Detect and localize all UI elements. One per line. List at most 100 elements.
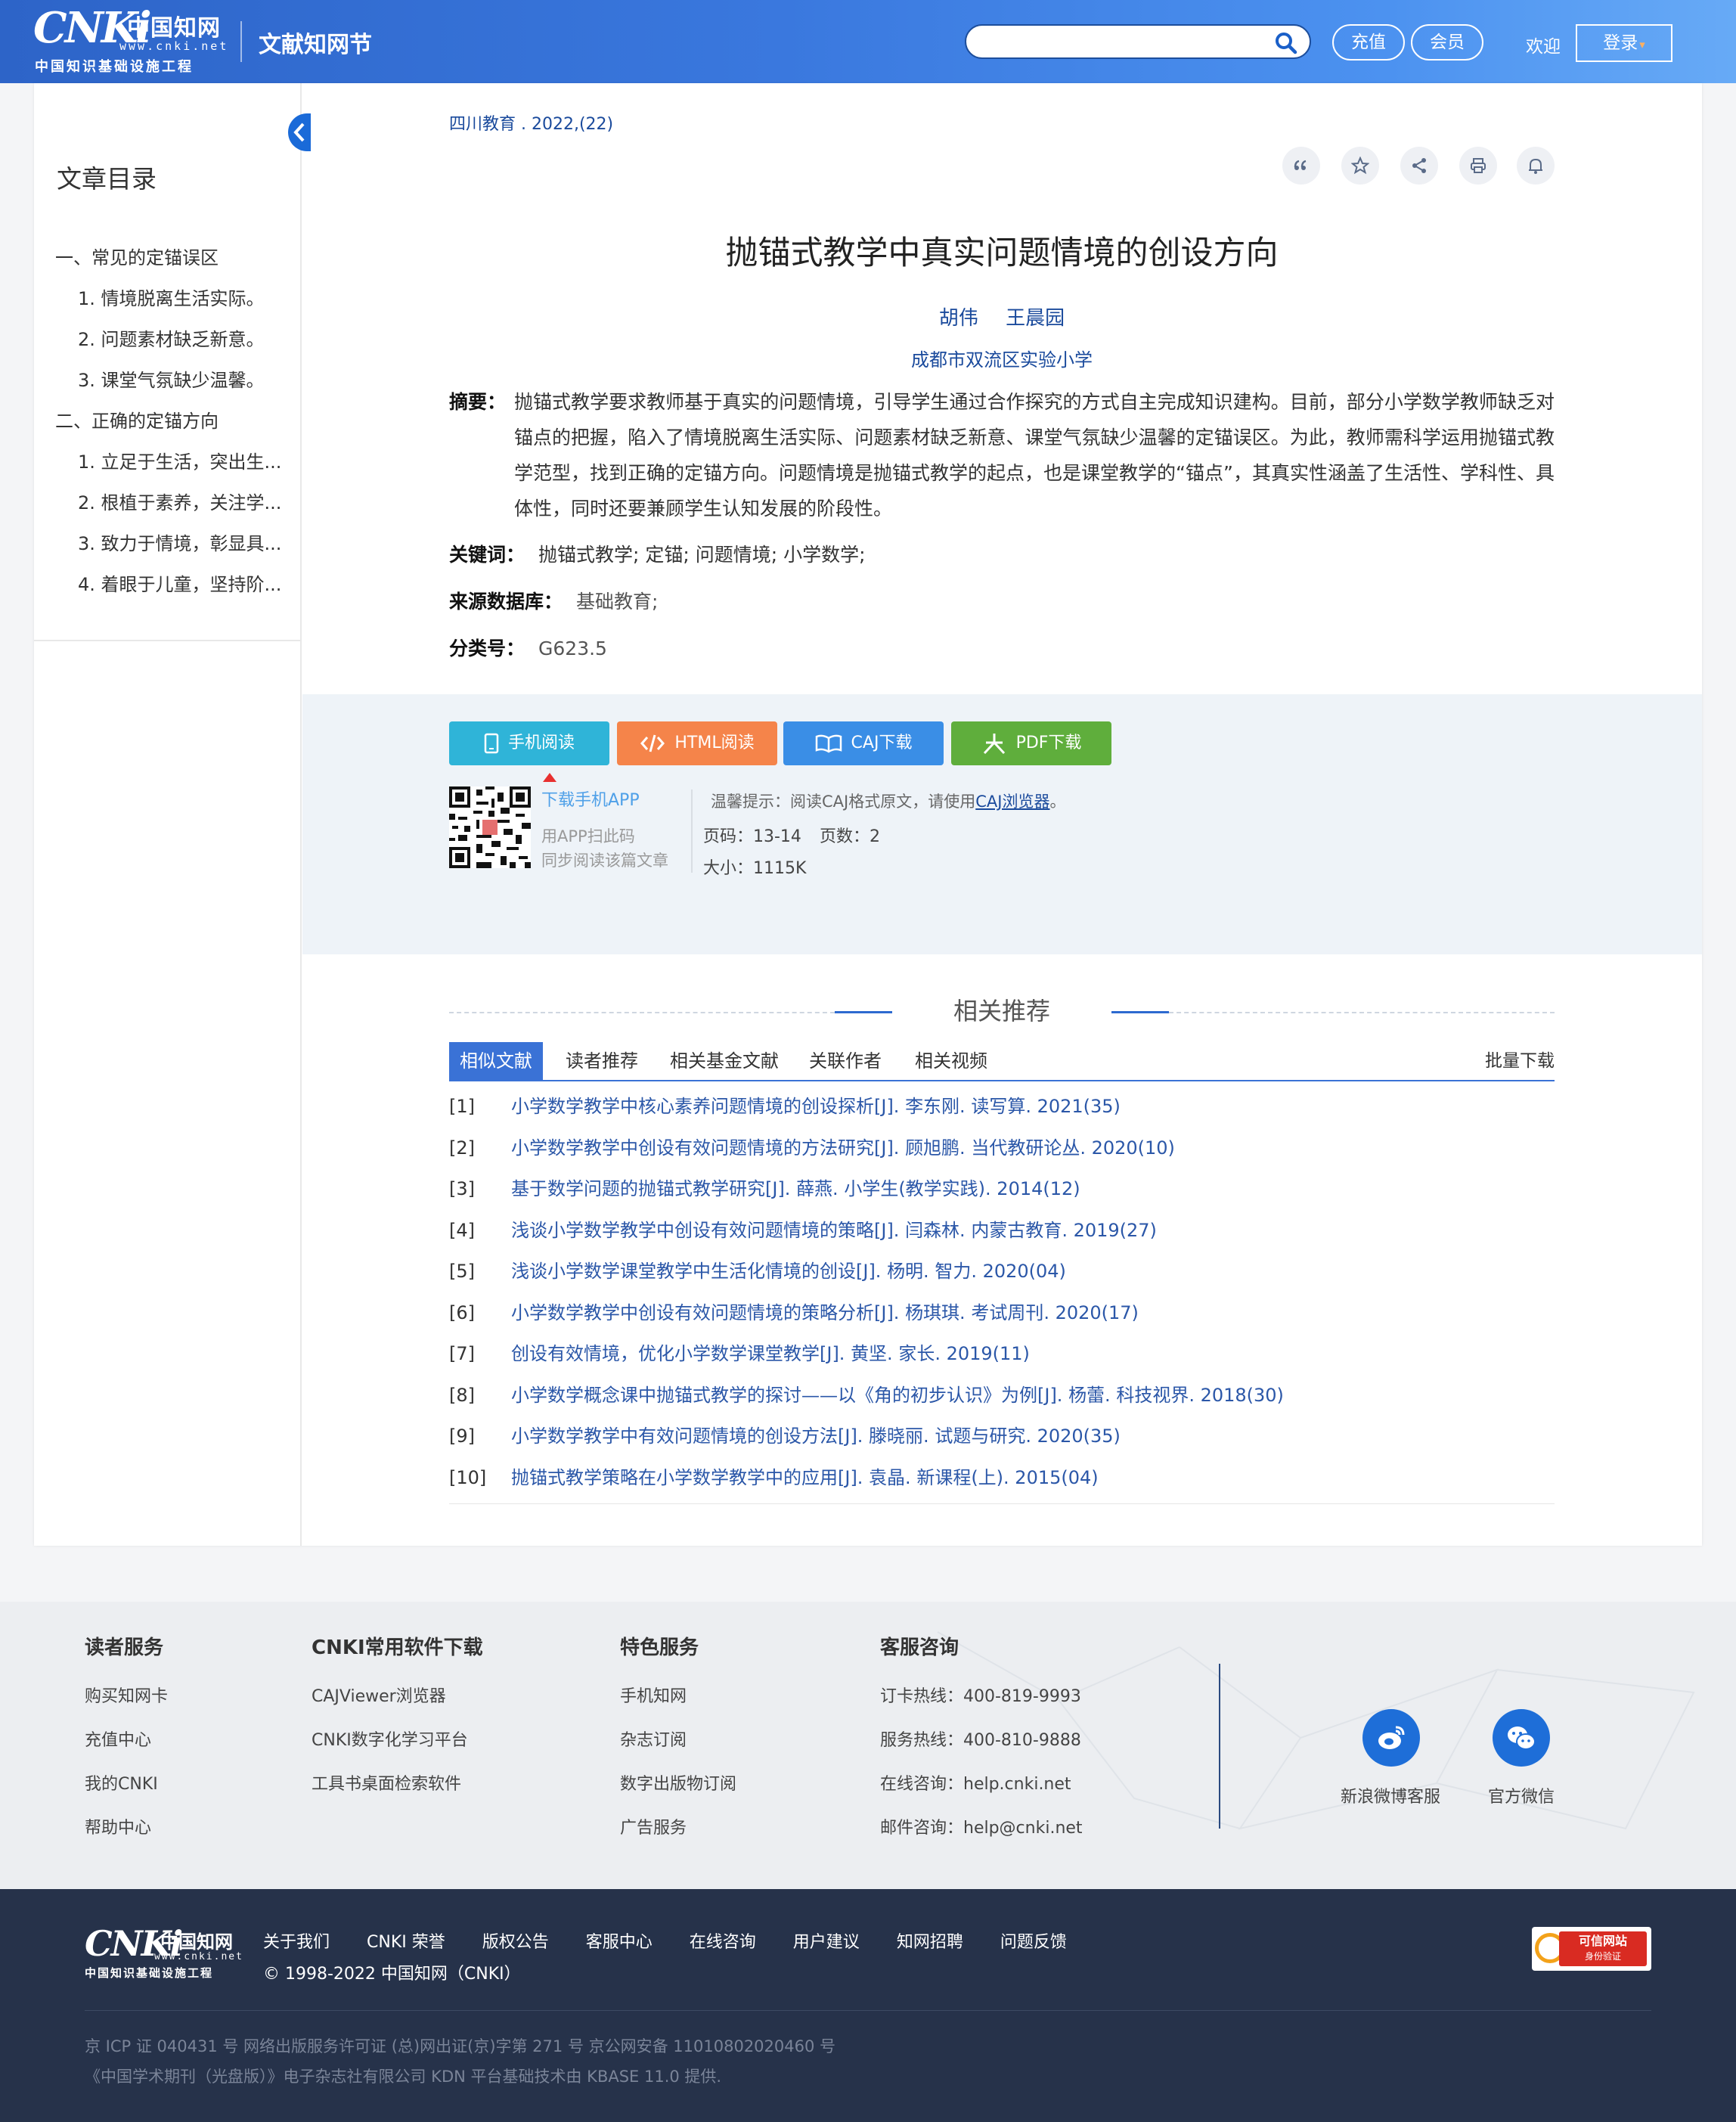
batch-download-link[interactable]: 批量下载 bbox=[1485, 1042, 1555, 1080]
column-title: 特色服务 bbox=[620, 1636, 699, 1659]
reference-item: [2] 小学数学教学中创设有效问题情境的方法研究[J]. 顾旭鹏. 当代教研论丛.… bbox=[449, 1128, 1555, 1169]
footer-link[interactable]: 杂志订阅 bbox=[620, 1726, 736, 1770]
footer-link[interactable]: 充值中心 bbox=[85, 1726, 168, 1770]
reference-meta: [J]. 闫森林. 内蒙古教育. 2019(27) bbox=[874, 1219, 1157, 1241]
classification-row: 分类号： G623.5 bbox=[449, 634, 607, 661]
footer-bar-link[interactable]: 关于我们 bbox=[263, 1933, 330, 1952]
email-link[interactable]: 邮件咨询：help@cnki.net bbox=[880, 1814, 1083, 1858]
badge-line: 可信网站 bbox=[1578, 1934, 1627, 1948]
column-title: CNKI常用软件下载 bbox=[312, 1636, 483, 1659]
pdf-icon bbox=[983, 734, 1005, 755]
reference-title-link[interactable]: 基于数学问题的抛锚式教学研究 bbox=[511, 1178, 765, 1199]
html-read-button[interactable]: HTML阅读 bbox=[617, 721, 777, 765]
cite-button[interactable] bbox=[1282, 147, 1320, 185]
chevron-left-icon bbox=[293, 123, 305, 142]
share-button[interactable] bbox=[1400, 147, 1438, 185]
tab-related-videos[interactable]: 相关视频 bbox=[915, 1042, 987, 1080]
reference-title-link[interactable]: 小学数学教学中创设有效问题情境的策略分析 bbox=[511, 1302, 874, 1323]
reference-title-link[interactable]: 浅谈小学数学课堂教学中生活化情境的创设 bbox=[511, 1261, 856, 1282]
reference-title-link[interactable]: 抛锚式教学策略在小学数学教学中的应用 bbox=[511, 1467, 838, 1488]
favorite-button[interactable] bbox=[1341, 147, 1379, 185]
author-list: 胡伟 王晨园 bbox=[449, 302, 1555, 330]
footer-link[interactable]: 购买知网卡 bbox=[85, 1683, 168, 1726]
tab-related-authors[interactable]: 关联作者 bbox=[809, 1042, 882, 1080]
online-consult-link[interactable]: 在线咨询：help.cnki.net bbox=[880, 1770, 1083, 1814]
toc-item[interactable]: 一、常见的定锚误区 bbox=[55, 237, 281, 278]
reference-title-link[interactable]: 小学数学教学中创设有效问题情境的方法研究 bbox=[511, 1137, 874, 1159]
toc-item[interactable]: 2. 问题素材缺乏新意。 bbox=[55, 319, 281, 360]
mobile-read-button[interactable]: 手机阅读 bbox=[449, 721, 609, 765]
logo-url: www.cnki.net bbox=[119, 39, 229, 53]
caret-up-icon bbox=[543, 773, 556, 782]
footer-link[interactable]: 帮助中心 bbox=[85, 1814, 168, 1858]
footer-link[interactable]: 广告服务 bbox=[620, 1814, 736, 1858]
app-qr-code bbox=[449, 786, 531, 868]
reference-number: [10] bbox=[449, 1466, 487, 1488]
footer-bar-link[interactable]: 客服中心 bbox=[586, 1933, 653, 1952]
reference-title-link[interactable]: 创设有效情境，优化小学数学课堂教学 bbox=[511, 1343, 820, 1364]
hotline-text: 服务热线：400-810-9888 bbox=[880, 1731, 1081, 1750]
caj-browser-link[interactable]: CAJ浏览器 bbox=[975, 793, 1049, 811]
badge-text: 可信网站 身份验证 bbox=[1559, 1931, 1647, 1966]
reference-meta: [J]. 杨蕾. 科技视界. 2018(30) bbox=[1037, 1384, 1284, 1406]
cnki-logo[interactable]: CNKi 中国知网 www.cnki.net 中国知识基础设施工程 bbox=[33, 6, 226, 76]
footer-bar-link[interactable]: 用户建议 bbox=[793, 1933, 860, 1952]
phone-icon bbox=[484, 733, 499, 754]
reference-title-link[interactable]: 小学数学教学中有效问题情境的创设方法 bbox=[511, 1426, 838, 1447]
toc-item[interactable]: 2. 根植于素养，关注学... bbox=[55, 482, 281, 523]
tab-similar[interactable]: 相似文献 bbox=[449, 1042, 543, 1080]
reference-meta: [J]. 李东刚. 读写算. 2021(35) bbox=[874, 1096, 1121, 1117]
software-column: CNKI常用软件下载 CAJViewer浏览器 CNKI数字化学习平台 工具书桌… bbox=[312, 1632, 483, 1814]
toc-item[interactable]: 4. 着眼于儿童，坚持阶... bbox=[55, 564, 281, 605]
logo-subtitle: 中国知识基础设施工程 bbox=[85, 1966, 214, 1980]
footer-link[interactable]: 工具书桌面检索软件 bbox=[312, 1770, 483, 1814]
caj-tip-text: 温馨提示：阅读CAJ格式原文，请使用 bbox=[711, 793, 976, 811]
reference-number: [6] bbox=[449, 1301, 475, 1323]
reference-number: [1] bbox=[449, 1096, 475, 1117]
journal-source-link[interactable]: 四川教育 . 2022,(22) bbox=[449, 110, 613, 135]
tab-reader-recommend[interactable]: 读者推荐 bbox=[566, 1042, 638, 1080]
footer-link[interactable]: CNKI数字化学习平台 bbox=[312, 1726, 483, 1770]
caj-download-button[interactable]: CAJ下载 bbox=[783, 721, 944, 765]
footer-link[interactable]: 手机知网 bbox=[620, 1683, 736, 1726]
toc-item[interactable]: 1. 情境脱离生活实际。 bbox=[55, 278, 281, 319]
keywords-value[interactable]: 抛锚式教学; 定锚; 问题情境; 小学数学; bbox=[538, 544, 866, 566]
toc-item[interactable]: 二、正确的定锚方向 bbox=[55, 401, 281, 442]
reference-title-link[interactable]: 小学数学教学中核心素养问题情境的创设探析 bbox=[511, 1096, 874, 1117]
toc-item[interactable]: 3. 课堂气氛缺少温馨。 bbox=[55, 360, 281, 401]
footer-link[interactable]: 我的CNKI bbox=[85, 1770, 168, 1814]
footer-link[interactable]: CAJViewer浏览器 bbox=[312, 1683, 483, 1726]
organization-link[interactable]: 成都市双流区实验小学 bbox=[449, 345, 1555, 371]
search-icon[interactable] bbox=[1275, 32, 1297, 54]
reference-title-link[interactable]: 浅谈小学数学教学中创设有效问题情境的策略 bbox=[511, 1220, 874, 1241]
reference-number: [3] bbox=[449, 1178, 475, 1199]
alert-button[interactable] bbox=[1517, 147, 1555, 185]
author-link[interactable]: 王晨园 bbox=[1006, 307, 1065, 330]
print-button[interactable] bbox=[1459, 147, 1497, 185]
footer-bar-link[interactable]: 问题反馈 bbox=[1000, 1933, 1067, 1952]
footer-link[interactable]: 数字出版物订阅 bbox=[620, 1770, 736, 1814]
reference-title-link[interactable]: 小学数学概念课中抛锚式教学的探讨——以《角的初步认识》为例 bbox=[511, 1385, 1037, 1406]
search-box[interactable] bbox=[965, 24, 1311, 59]
reference-item: [4] 浅谈小学数学教学中创设有效问题情境的策略[J]. 闫森林. 内蒙古教育. … bbox=[449, 1210, 1555, 1252]
wechat-button[interactable] bbox=[1493, 1709, 1550, 1767]
toc-item[interactable]: 1. 立足于生活，突出生... bbox=[55, 442, 281, 482]
footer-bar-link[interactable]: 版权公告 bbox=[482, 1933, 549, 1952]
pdf-download-button[interactable]: PDF下载 bbox=[951, 721, 1111, 765]
login-button[interactable]: 登录 ▾ bbox=[1576, 24, 1672, 62]
member-button[interactable]: 会员 bbox=[1411, 24, 1483, 60]
reference-number: [8] bbox=[449, 1384, 475, 1406]
toc-item[interactable]: 3. 致力于情境，彰显具... bbox=[55, 523, 281, 564]
classification-label: 分类号： bbox=[449, 638, 525, 659]
trusted-site-badge[interactable]: 可信网站 身份验证 bbox=[1532, 1927, 1651, 1971]
weibo-button[interactable] bbox=[1362, 1709, 1420, 1767]
footer-bar-link[interactable]: CNKI 荣誉 bbox=[367, 1933, 445, 1952]
footer-bar-link[interactable]: 知网招聘 bbox=[897, 1933, 963, 1952]
footer-bar-link[interactable]: 在线咨询 bbox=[690, 1933, 756, 1952]
collapse-toc-button[interactable] bbox=[288, 113, 311, 151]
toc-divider bbox=[34, 640, 302, 641]
tab-fund-literature[interactable]: 相关基金文献 bbox=[670, 1042, 779, 1080]
recharge-button[interactable]: 充值 bbox=[1332, 24, 1405, 60]
author-link[interactable]: 胡伟 bbox=[939, 307, 978, 330]
download-app-link[interactable]: 下载手机APP bbox=[541, 786, 640, 811]
